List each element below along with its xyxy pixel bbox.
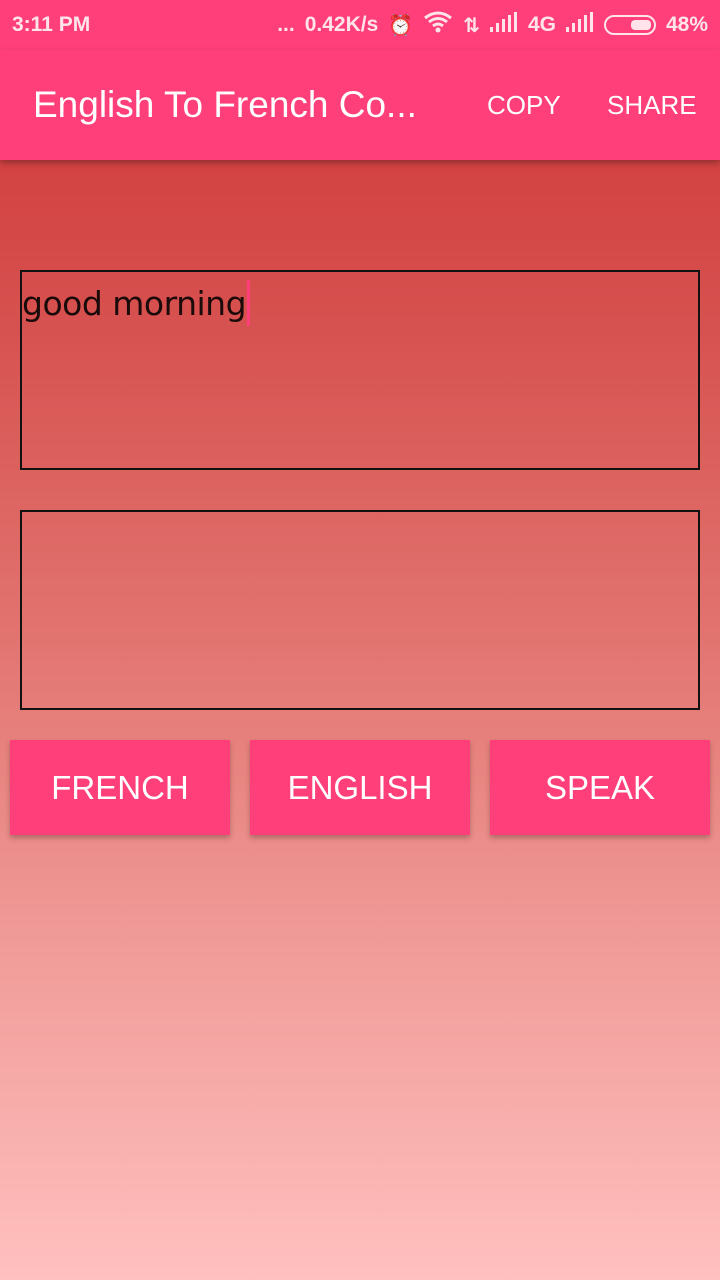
french-output[interactable] [20,510,700,710]
more-notifications-icon: ... [277,13,295,36]
app-bar: English To French Co... COPY SHARE [0,50,720,160]
alarm-icon: ⏰ [388,14,414,37]
battery-fill [630,20,651,30]
input-value: good morning [22,283,247,323]
network-type: 4G [527,13,556,36]
signal-icon [489,12,518,38]
english-input[interactable]: good morning [20,270,700,470]
status-icons: ... 0.42K/s ⏰ ⇅ 4G 48% [277,11,708,39]
app-title: English To French Co... [33,84,417,125]
status-bar: 3:11 PM ... 0.42K/s ⏰ ⇅ 4G 48% [0,0,720,50]
copy-button[interactable]: COPY [487,90,561,121]
data-transfer-icon: ⇅ [463,14,480,37]
french-button[interactable]: FRENCH [10,740,230,835]
signal-icon [565,12,594,38]
english-button[interactable]: ENGLISH [250,740,470,835]
speak-button[interactable]: SPEAK [490,740,710,835]
text-cursor [247,280,251,326]
status-time: 3:11 PM [12,13,91,36]
input-text-content: good morning [22,280,251,326]
share-button[interactable]: SHARE [607,90,697,121]
battery-percent: 48% [665,13,708,36]
wifi-icon [423,11,453,39]
network-speed: 0.42K/s [304,13,379,36]
battery-icon [603,15,656,35]
